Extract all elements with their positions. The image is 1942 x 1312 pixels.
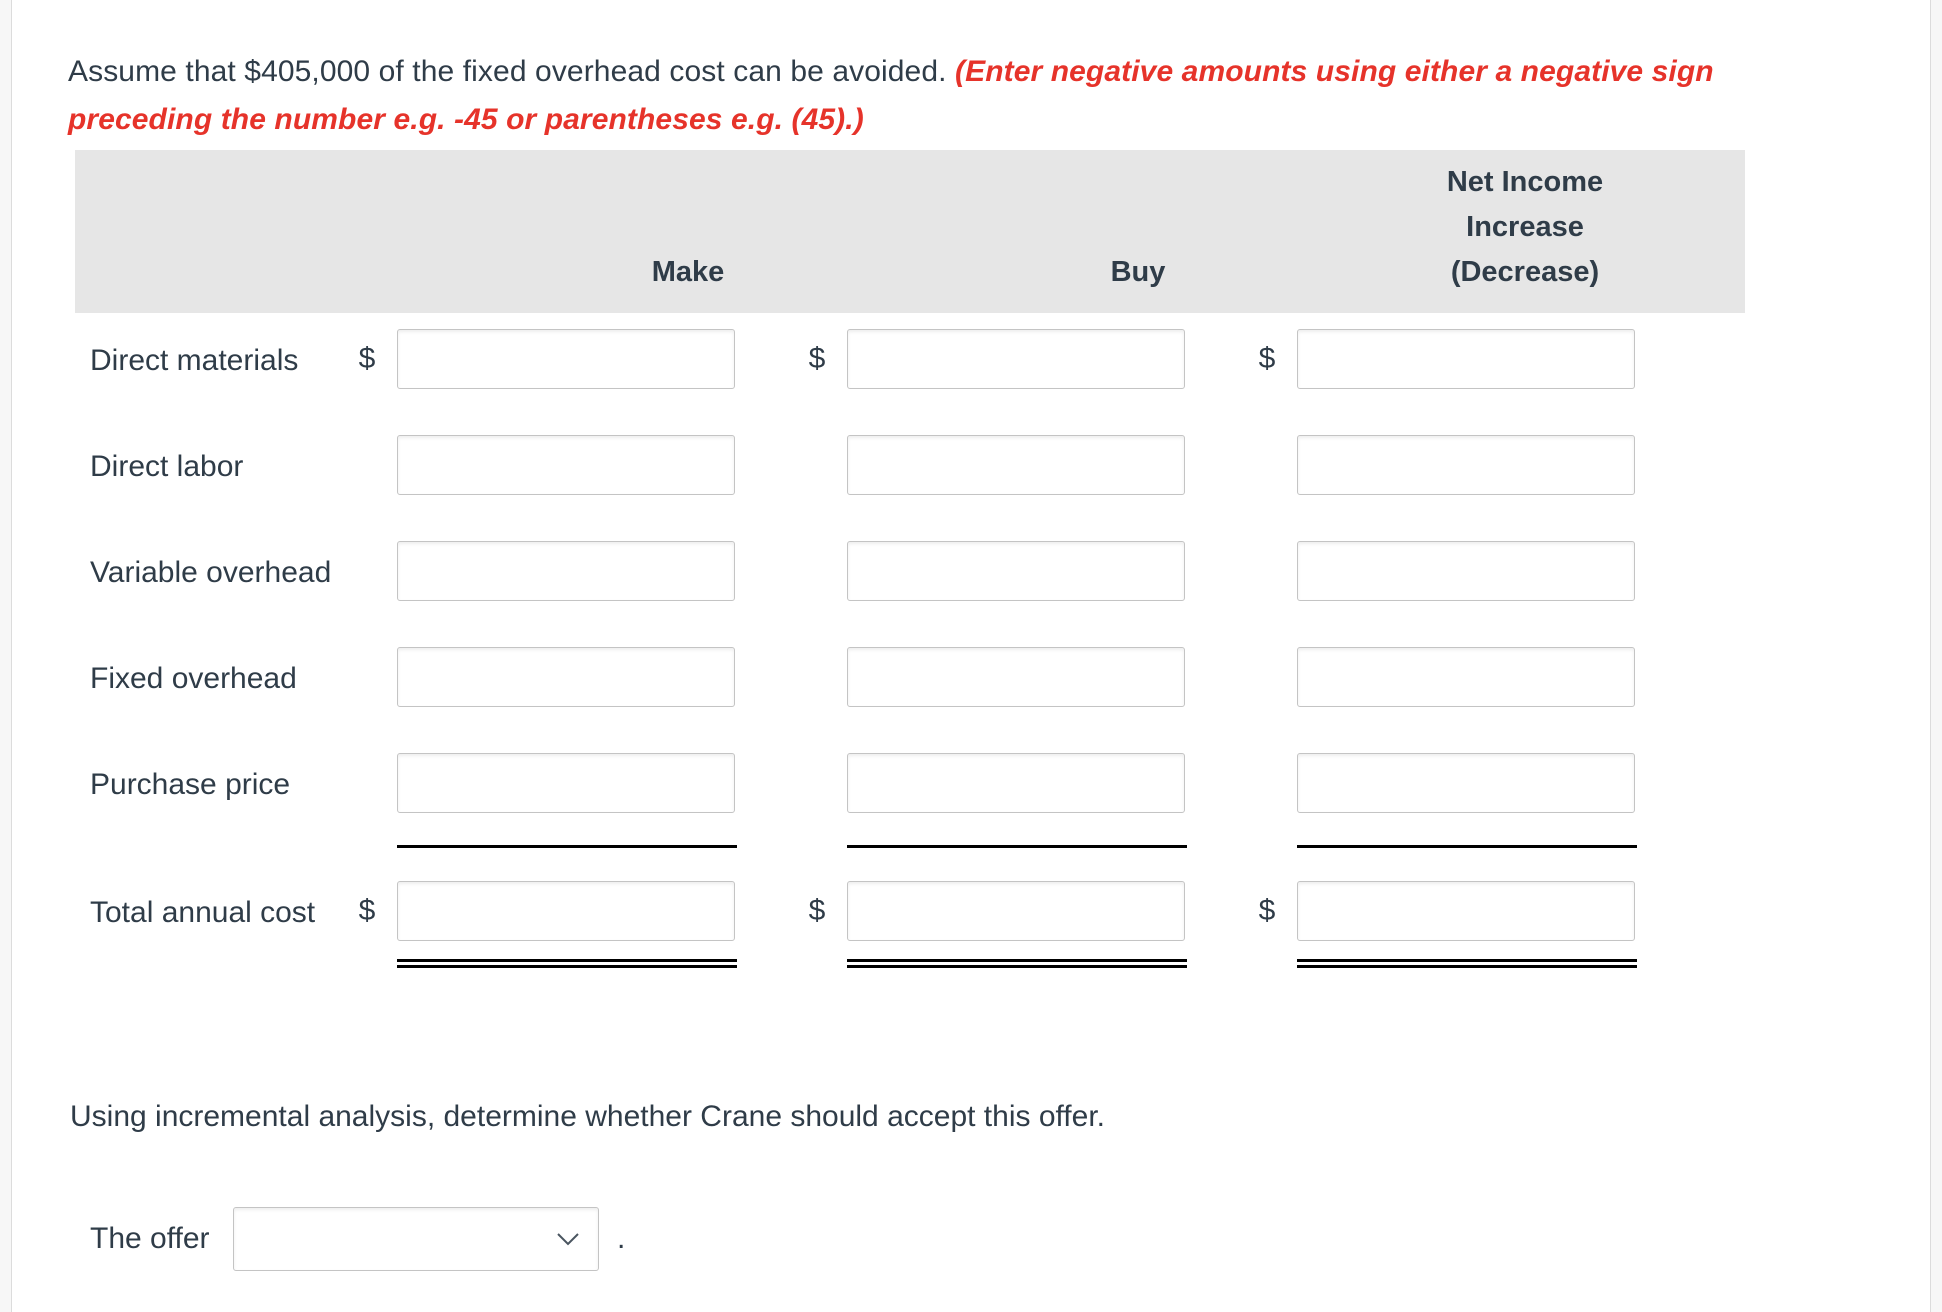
incremental-analysis-table: Make Buy Net Income Increase (Decrease) … <box>75 150 1745 968</box>
column-header-make: Make <box>651 256 725 288</box>
row-label-fixed-overhead: Fixed overhead <box>90 662 297 695</box>
total-rule-above-col-buy <box>847 845 1187 848</box>
currency-symbol: $ <box>1258 894 1276 927</box>
amount-input-buy-variable-overhead[interactable] <box>847 541 1185 601</box>
column-header-net-income: Net Income Increase (Decrease) <box>1355 160 1695 295</box>
analysis-question-text: Using incremental analysis, determine wh… <box>70 1100 1105 1133</box>
currency-symbol: $ <box>1258 342 1276 375</box>
currency-symbol: $ <box>358 342 376 375</box>
amount-input-make-fixed-overhead[interactable] <box>397 647 735 707</box>
table-header-row: Make Buy Net Income Increase (Decrease) <box>75 150 1745 313</box>
instruction-lead-text: Assume that $405,000 of the fixed overhe… <box>68 55 947 88</box>
amount-input-buy-fixed-overhead[interactable] <box>847 647 1185 707</box>
instruction-paragraph: Assume that $405,000 of the fixed overhe… <box>68 48 1858 144</box>
amount-input-buy-direct-materials[interactable] <box>847 329 1185 389</box>
amount-input-buy-direct-labor[interactable] <box>847 435 1185 495</box>
amount-input-net-total-annual-cost[interactable] <box>1297 881 1635 941</box>
offer-label: The offer <box>90 1222 210 1255</box>
offer-trailing-period: . <box>617 1222 626 1255</box>
amount-input-net-variable-overhead[interactable] <box>1297 541 1635 601</box>
column-header-net-income-line3: (Decrease) <box>1450 256 1600 288</box>
amount-input-net-direct-materials[interactable] <box>1297 329 1635 389</box>
total-rule-above-col-net <box>1297 845 1637 848</box>
currency-symbol: $ <box>358 894 376 927</box>
amount-input-make-total-annual-cost[interactable] <box>397 881 735 941</box>
amount-input-net-fixed-overhead[interactable] <box>1297 647 1635 707</box>
row-label-total-annual-cost: Total annual cost <box>90 896 316 929</box>
amount-input-make-variable-overhead[interactable] <box>397 541 735 601</box>
row-label-direct-materials: Direct materials <box>90 344 299 377</box>
amount-input-buy-purchase-price[interactable] <box>847 753 1185 813</box>
amount-input-make-direct-labor[interactable] <box>397 435 735 495</box>
amount-input-net-direct-labor[interactable] <box>1297 435 1635 495</box>
row-label-purchase-price: Purchase price <box>90 768 291 801</box>
offer-decision-select[interactable]: should be acceptedshould be rejected <box>233 1207 599 1271</box>
table-row: Fixed overhead <box>75 631 1745 737</box>
table-row: Total annual cost $ $ $ <box>75 865 1745 971</box>
total-double-rule-below-col-make <box>397 959 737 968</box>
amount-input-make-direct-materials[interactable] <box>397 329 735 389</box>
total-rule-above-col-make <box>397 845 737 848</box>
row-label-variable-overhead: Variable overhead <box>90 556 332 589</box>
table-row: Direct materials $ $ $ <box>75 313 1745 419</box>
row-label-direct-labor: Direct labor <box>90 450 244 483</box>
column-header-net-income-line1: Net Income <box>1446 166 1604 198</box>
table-body: Direct materials $ $ $ Direct labor Variable … <box>75 313 1745 968</box>
amount-input-buy-total-annual-cost[interactable] <box>847 881 1185 941</box>
currency-symbol: $ <box>808 894 826 927</box>
table-row: Direct labor <box>75 419 1745 525</box>
amount-input-make-purchase-price[interactable] <box>397 753 735 813</box>
worksheet-content: Assume that $405,000 of the fixed overhe… <box>0 0 1942 1312</box>
currency-symbol: $ <box>808 342 826 375</box>
column-header-net-income-line2: Increase <box>1466 211 1584 243</box>
column-header-buy: Buy <box>1110 256 1166 288</box>
total-double-rule-below-col-buy <box>847 959 1187 968</box>
table-row: Variable overhead <box>75 525 1745 631</box>
total-double-rule-below-col-net <box>1297 959 1637 968</box>
table-row: Purchase price <box>75 737 1745 843</box>
amount-input-net-purchase-price[interactable] <box>1297 753 1635 813</box>
